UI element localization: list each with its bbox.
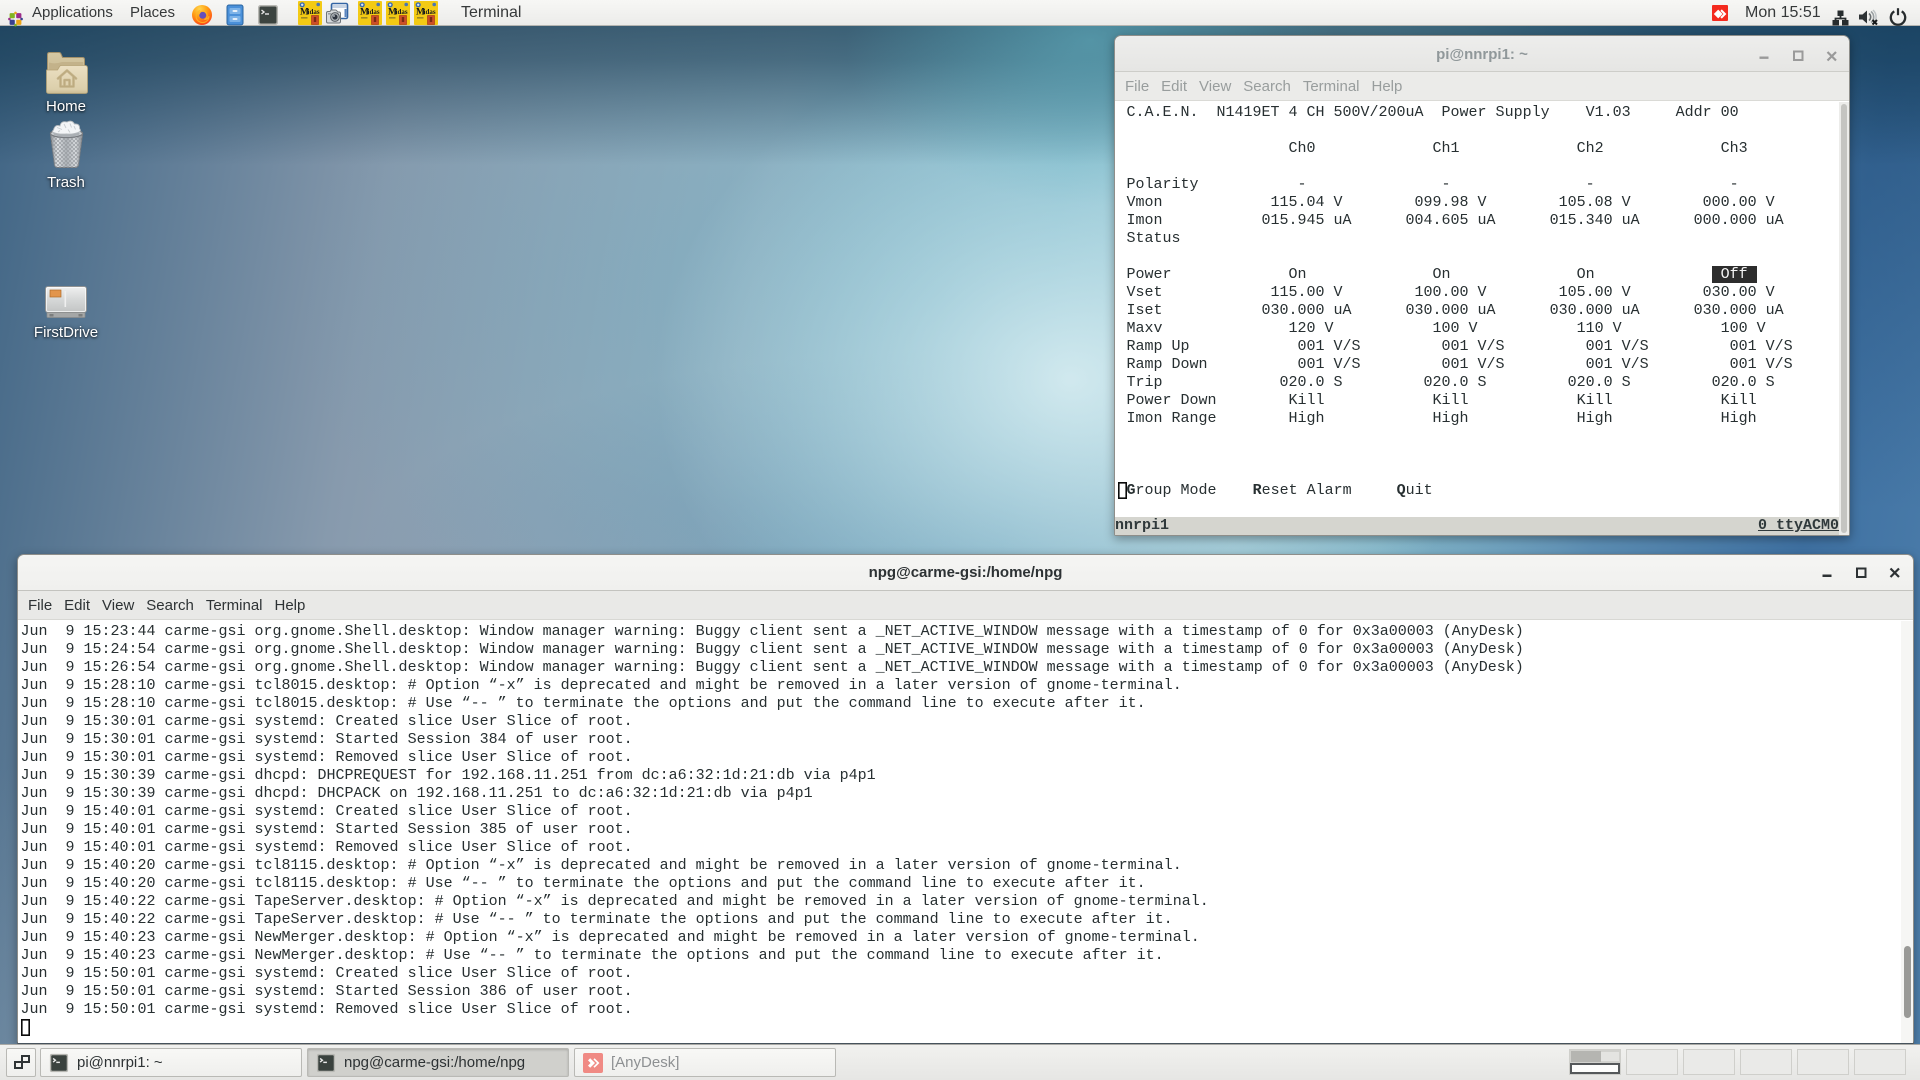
svg-text:idas: idas [368, 8, 380, 16]
svg-text:idas: idas [396, 8, 408, 16]
svg-text:idas: idas [308, 8, 320, 16]
svg-text:idas: idas [424, 8, 436, 16]
